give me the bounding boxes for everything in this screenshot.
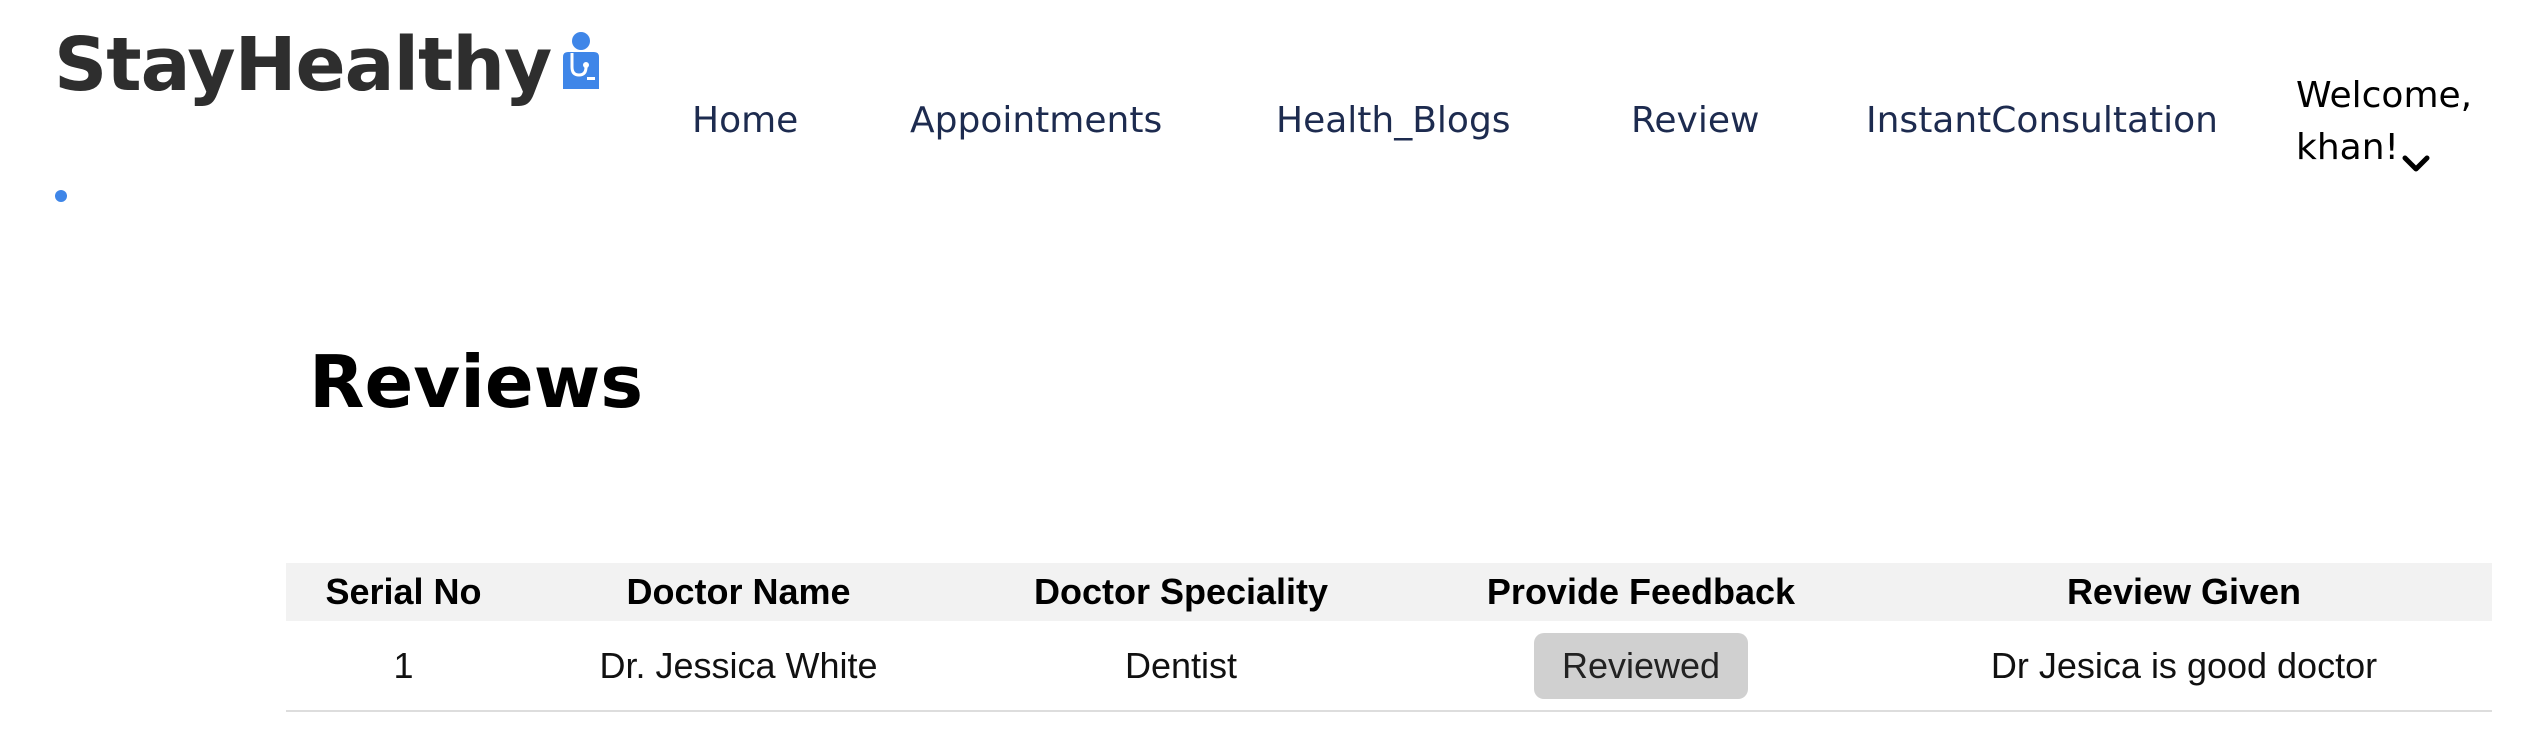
chevron-down-icon[interactable] <box>2401 137 2431 172</box>
brand-logo[interactable]: StayHealthy <box>54 22 603 108</box>
nav-review-link[interactable]: Review <box>1631 100 1759 141</box>
page-title: Reviews <box>309 340 644 424</box>
user-menu[interactable]: Welcome, khan! <box>2296 70 2472 174</box>
reviews-table: Serial No Doctor Name Doctor Speciality … <box>286 563 2492 712</box>
nav-appointments-link[interactable]: Appointments <box>910 100 1162 141</box>
header-doctor-name: Doctor Name <box>626 571 851 612</box>
table-header-row: Serial No Doctor Name Doctor Speciality … <box>286 563 2492 621</box>
reviewed-button[interactable]: Reviewed <box>1533 632 1749 699</box>
header-doctor-speciality: Doctor Speciality <box>1033 571 1329 612</box>
navbar: StayHealthy Home Appointments Health_Blo… <box>0 0 2543 225</box>
brand-dot <box>55 190 67 202</box>
reviews-table-container: Serial No Doctor Name Doctor Speciality … <box>286 563 2492 712</box>
doctor-icon <box>559 31 603 95</box>
username-text: khan! <box>2296 127 2399 168</box>
welcome-text: Welcome, <box>2296 75 2473 116</box>
cell-doctor-name: Dr. Jessica White <box>599 644 878 686</box>
table-row: 1 Dr. Jessica White Dentist Reviewed Dr … <box>286 621 2492 711</box>
header-provide-feedback: Provide Feedback <box>1486 571 1796 612</box>
cell-feedback: Reviewed <box>1406 621 1876 711</box>
header-review-given: Review Given <box>2066 571 2302 612</box>
cell-speciality: Dentist <box>1124 644 1238 686</box>
nav-health-blogs-link[interactable]: Health_Blogs <box>1276 100 1511 141</box>
nav-home-link[interactable]: Home <box>692 100 798 141</box>
nav-instant-consultation-link[interactable]: InstantConsultation <box>1866 100 2218 141</box>
header-serial-no: Serial No <box>325 571 482 612</box>
brand-name: StayHealthy <box>54 22 552 108</box>
cell-review-given: Dr Jesica is good doctor <box>1990 644 2378 686</box>
cell-serial: 1 <box>393 644 414 686</box>
